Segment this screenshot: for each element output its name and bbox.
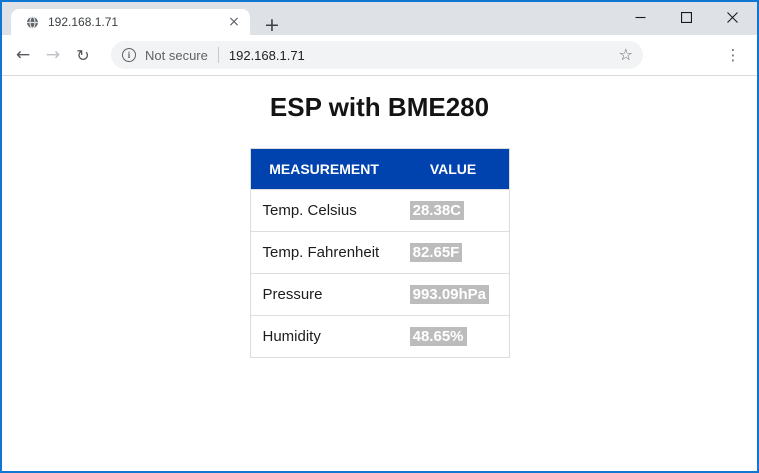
close-window-button[interactable] [709,3,755,31]
close-icon [726,11,738,23]
security-label: Not secure [145,47,208,63]
header-measurement: MEASUREMENT [250,148,398,190]
sensor-value-badge: 82.65F [409,243,463,262]
reload-button[interactable]: ↻ [68,40,98,70]
minimize-button[interactable] [617,3,663,31]
new-tab-button[interactable]: + [258,12,286,38]
minimize-icon [635,16,645,18]
maximize-button[interactable] [663,3,709,31]
tab-strip: 192.168.1.71 × + [2,2,757,38]
table-row: Temp. Fahrenheit 82.65F [250,231,509,274]
table-row: Temp. Celsius 28.38C [250,189,509,232]
sensor-value-badge: 993.09hPa [409,285,490,304]
measurement-label: Temp. Fahrenheit [262,244,380,261]
table-row: Pressure 993.09hPa [250,273,509,316]
window-controls [617,3,755,31]
measurement-label: Temp. Celsius [262,202,357,219]
sensor-table: MEASUREMENT VALUE Temp. Celsius 28.38C T… [249,148,510,358]
back-icon: ← [15,45,31,65]
maximize-icon [680,11,692,23]
back-button[interactable]: ← [8,40,38,70]
globe-favicon-icon [26,15,39,29]
forward-button[interactable]: → [38,40,68,70]
table-row: Humidity 48.65% [250,315,509,358]
sensor-value-badge: 28.38C [409,201,464,220]
three-dot-icon: ⋮ [725,46,741,64]
measurement-label: Pressure [262,286,323,303]
forward-icon: → [45,45,61,65]
url-text: 192.168.1.71 [228,47,305,63]
page-content: ESP with BME280 MEASUREMENT VALUE Temp. … [2,76,757,471]
sensor-value-badge: 48.65% [409,327,467,346]
info-icon[interactable]: i [122,48,136,62]
page-title: ESP with BME280 [269,92,490,122]
browser-window: 192.168.1.71 × + ← → ↻ i Not secure 192.… [0,0,759,473]
reload-icon: ↻ [76,45,90,65]
menu-button[interactable]: ⋮ [719,41,747,69]
plus-icon: + [264,14,280,36]
measurement-label: Humidity [262,328,321,345]
header-value: VALUE [397,148,509,190]
browser-tab[interactable]: 192.168.1.71 × [11,9,250,35]
tab-title: 192.168.1.71 [48,15,119,29]
address-bar[interactable]: i Not secure 192.168.1.71 ☆ [111,41,643,69]
table-header-row: MEASUREMENT VALUE [250,148,509,190]
tab-close-icon[interactable]: × [226,14,242,30]
bookmark-star-icon[interactable]: ☆ [619,47,633,63]
omnibox-divider [217,47,219,63]
browser-toolbar: ← → ↻ i Not secure 192.168.1.71 ☆ ⋮ [2,35,757,76]
